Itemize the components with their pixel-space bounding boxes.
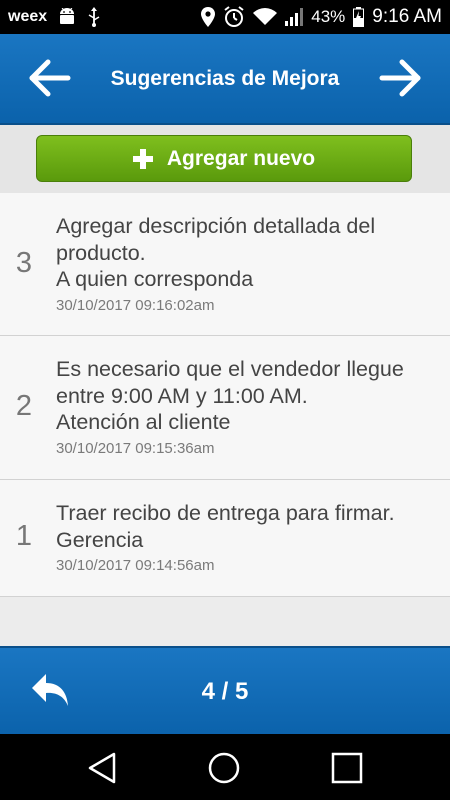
item-body: Agregar descripción detallada del produc… [56, 213, 436, 314]
status-bar: weex 43% 9:16 AM [0, 0, 450, 34]
wifi-icon [253, 8, 278, 25]
battery-percent: 43% [311, 7, 346, 26]
item-date: 30/10/2017 09:15:36am [56, 439, 215, 457]
item-category: A quien corresponda [56, 267, 254, 291]
item-number: 1 [15, 520, 33, 552]
nav-home-icon[interactable] [208, 752, 240, 784]
forward-arrow-icon[interactable] [378, 58, 422, 98]
add-new-label: Agregar nuevo [166, 146, 316, 170]
item-text: Es necesario que el vendedor llegue entr… [56, 357, 404, 408]
android-icon [60, 8, 75, 24]
status-app-name: weex [8, 8, 48, 25]
system-nav-bar [0, 734, 450, 800]
plus-icon [132, 148, 153, 169]
bottom-toolbar: 4 / 5 [0, 646, 450, 736]
nav-back-icon[interactable] [86, 752, 118, 784]
alarm-icon [224, 6, 244, 27]
item-text: Agregar descripción detallada del produc… [56, 214, 376, 265]
list-item[interactable]: 2 Es necesario que el vendedor llegue en… [0, 336, 450, 480]
signal-icon [285, 8, 304, 26]
location-icon [201, 7, 216, 27]
app-header: Sugerencias de Mejora [0, 34, 450, 125]
add-new-button[interactable]: Agregar nuevo [36, 135, 412, 182]
item-body: Es necesario que el vendedor llegue entr… [56, 356, 436, 457]
suggestions-list: 3 Agregar descripción detallada del prod… [0, 193, 450, 597]
add-button-area: Agregar nuevo [0, 125, 450, 193]
item-number: 2 [15, 390, 33, 422]
item-category: Atención al cliente [56, 410, 231, 434]
page-indicator: 4 / 5 [201, 678, 249, 705]
nav-recents-icon[interactable] [331, 752, 363, 784]
item-date: 30/10/2017 09:16:02am [56, 296, 215, 314]
item-category: Gerencia [56, 527, 144, 552]
item-body: Traer recibo de entrega para firmar. Ger… [56, 500, 436, 574]
battery-icon [353, 7, 365, 27]
item-text: Traer recibo de entrega para firmar. [56, 501, 395, 525]
status-time: 9:16 AM [372, 6, 442, 27]
item-date: 30/10/2017 09:14:56am [56, 557, 215, 574]
usb-icon [88, 7, 100, 27]
page-title: Sugerencias de Mejora [110, 66, 340, 90]
item-number: 3 [15, 247, 33, 279]
list-item[interactable]: 3 Agregar descripción detallada del prod… [0, 193, 450, 336]
back-arrow-icon[interactable] [28, 58, 72, 98]
list-item[interactable]: 1 Traer recibo de entrega para firmar. G… [0, 480, 450, 597]
